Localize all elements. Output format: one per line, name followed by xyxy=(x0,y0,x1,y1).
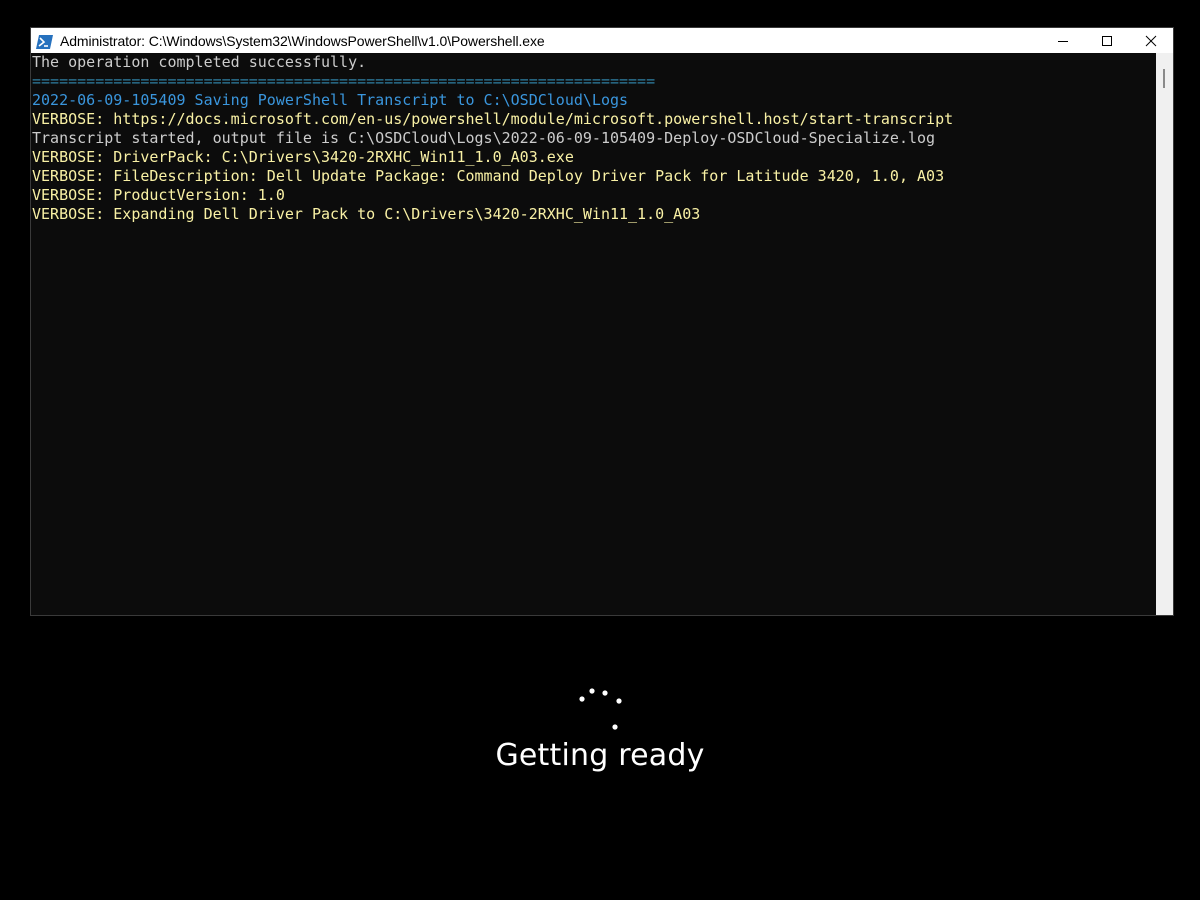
minimize-icon xyxy=(1058,40,1068,42)
vertical-scrollbar[interactable] xyxy=(1156,53,1173,615)
title-bar[interactable]: Administrator: C:\Windows\System32\Windo… xyxy=(31,28,1173,53)
minimize-button[interactable] xyxy=(1041,28,1085,53)
scrollbar-thumb[interactable] xyxy=(1163,69,1165,88)
loading-spinner-icon xyxy=(579,688,622,730)
console-line: The operation completed successfully. xyxy=(32,53,367,71)
console-line: 2022-06-09-105409 Saving PowerShell Tran… xyxy=(32,91,629,109)
console-line: VERBOSE: FileDescription: Dell Update Pa… xyxy=(32,167,945,185)
status-text: Getting ready xyxy=(495,738,705,773)
powershell-window[interactable]: Administrator: C:\Windows\System32\Windo… xyxy=(30,27,1174,616)
powershell-icon xyxy=(36,34,53,49)
close-button[interactable] xyxy=(1129,28,1173,53)
console-line: VERBOSE: https://docs.microsoft.com/en-u… xyxy=(32,110,954,128)
console-line: VERBOSE: Expanding Dell Driver Pack to C… xyxy=(32,205,701,223)
console-output[interactable]: The operation completed successfully. ==… xyxy=(31,53,1156,615)
console-line: ========================================… xyxy=(32,72,656,90)
console-line: VERBOSE: DriverPack: C:\Drivers\3420-2RX… xyxy=(32,148,574,166)
console-line: Transcript started, output file is C:\OS… xyxy=(32,129,936,147)
console-line: VERBOSE: ProductVersion: 1.0 xyxy=(32,186,285,204)
close-icon xyxy=(1145,35,1157,46)
window-title: Administrator: C:\Windows\System32\Windo… xyxy=(60,32,545,49)
window-controls xyxy=(1041,28,1173,53)
maximize-button[interactable] xyxy=(1085,28,1129,53)
maximize-icon xyxy=(1102,35,1112,46)
